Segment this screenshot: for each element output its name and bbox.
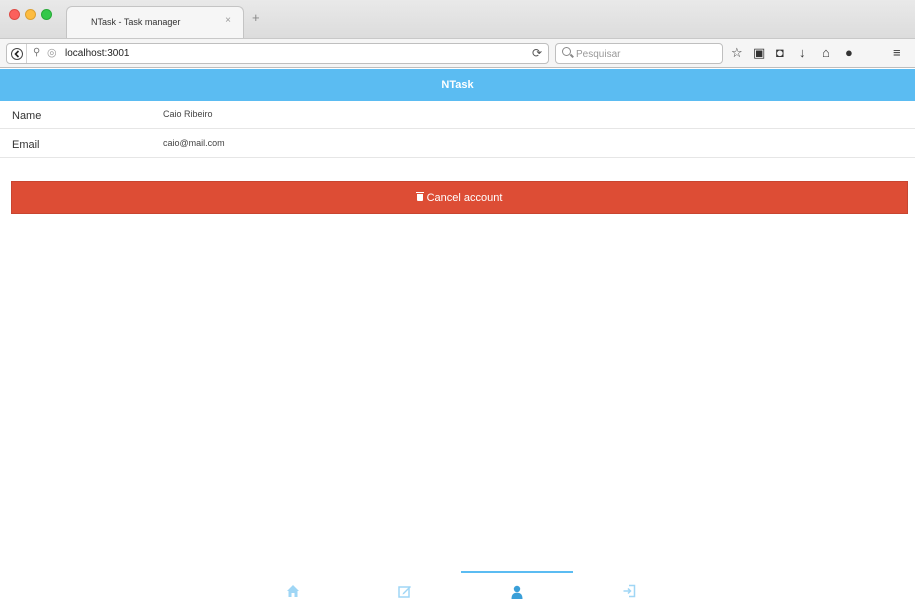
profile-row-name: Name Caio Ribeiro — [0, 101, 915, 129]
navigation-bar: ⚲ ◎ localhost:3001 ⟳ ☆ ▣ ◘ ↓ ⌂ ● ≡ — [0, 38, 915, 68]
url-bar[interactable]: ⚲ ◎ localhost:3001 ⟳ — [6, 43, 549, 64]
url-text[interactable]: localhost:3001 — [65, 48, 130, 59]
sign-in-icon — [623, 584, 636, 598]
name-value: Caio Ribeiro — [163, 109, 213, 119]
cancel-account-label: Cancel account — [426, 191, 503, 204]
browser-window: NTask - Task manager × + ⚲ ◎ localhost:3… — [0, 0, 915, 611]
back-arrow-icon — [10, 47, 23, 60]
download-icon[interactable]: ↓ — [799, 45, 806, 61]
close-window-button[interactable] — [9, 9, 20, 20]
identity-icon[interactable]: ⚲ — [33, 47, 40, 58]
reading-list-icon[interactable]: ▣ — [753, 45, 765, 61]
zoom-window-button[interactable] — [41, 9, 52, 20]
reload-icon[interactable]: ⟳ — [532, 46, 542, 60]
menu-icon[interactable]: ≡ — [893, 45, 901, 61]
search-input[interactable] — [576, 47, 716, 61]
name-label: Name — [12, 110, 42, 122]
app-header: NTask — [0, 69, 915, 101]
home-icon — [287, 585, 299, 597]
home-icon[interactable]: ⌂ — [822, 45, 830, 61]
profile-row-email: Email caio@mail.com — [0, 130, 915, 158]
pocket-icon[interactable]: ◘ — [776, 45, 784, 61]
browser-tab[interactable]: NTask - Task manager × — [66, 6, 244, 38]
trash-icon — [415, 192, 424, 201]
tab-title: NTask - Task manager — [91, 17, 181, 27]
tab-home[interactable] — [237, 571, 349, 611]
new-tab-button[interactable]: + — [252, 11, 260, 24]
bottom-tab-bar — [237, 571, 685, 611]
search-icon — [562, 47, 571, 56]
minimize-window-button[interactable] — [25, 9, 36, 20]
bookmark-star-icon[interactable]: ☆ — [731, 45, 743, 61]
chat-icon[interactable]: ● — [845, 45, 853, 61]
email-value: caio@mail.com — [163, 138, 225, 148]
email-label: Email — [12, 139, 40, 151]
cancel-account-button[interactable]: Cancel account — [11, 181, 908, 214]
edit-icon — [398, 586, 411, 598]
tab-tasks[interactable] — [349, 571, 461, 611]
tab-profile[interactable] — [461, 571, 573, 611]
search-box[interactable] — [555, 43, 723, 64]
tab-bar: NTask - Task manager × + — [0, 0, 915, 38]
tab-close-icon[interactable]: × — [225, 15, 231, 26]
back-button[interactable] — [7, 44, 27, 63]
user-icon — [511, 585, 523, 599]
globe-icon: ◎ — [47, 47, 57, 59]
tab-signout[interactable] — [573, 571, 685, 611]
app-title: NTask — [441, 79, 474, 91]
